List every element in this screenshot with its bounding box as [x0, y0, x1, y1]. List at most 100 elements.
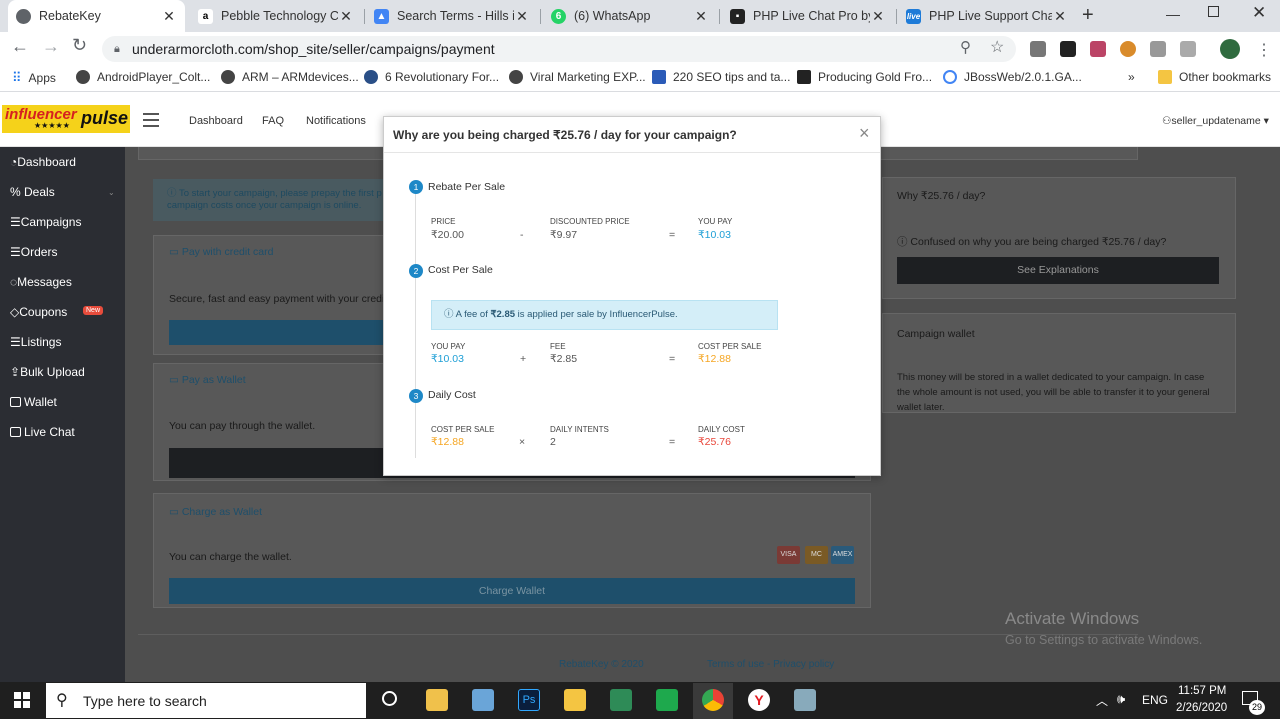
photoshop-icon[interactable]: Ps [518, 689, 540, 711]
app-icon[interactable] [472, 689, 494, 711]
maximize-icon[interactable] [1208, 6, 1219, 17]
bookmark-item[interactable]: 220 SEO tips and ta... [652, 70, 790, 84]
camera-extension-icon[interactable] [1150, 41, 1166, 57]
tab-search-terms[interactable]: ▲ Search Terms - Hills inte ✕ [366, 0, 538, 32]
new-tab-button[interactable]: + [1082, 4, 1094, 27]
extension-icon[interactable] [1060, 41, 1076, 57]
wallet-icon [10, 397, 21, 407]
bookmark-item[interactable]: Viral Marketing EXP... [509, 70, 646, 84]
nav-faq[interactable]: FAQ [262, 115, 284, 127]
other-bookmarks[interactable]: Other bookmarks [1158, 70, 1271, 84]
influencerpulse-logo[interactable]: influencer pulse ★★★★★ [2, 105, 130, 133]
sidebar-item-label: Live Chat [24, 425, 75, 439]
back-icon[interactable]: ← [11, 36, 29, 57]
footer-brand[interactable]: RebateKey © 2020 [559, 659, 644, 670]
camtasia-icon[interactable] [656, 689, 678, 711]
close-tab-icon[interactable]: ✕ [693, 8, 709, 25]
equals-operator: = [669, 436, 676, 448]
footer-links[interactable]: Terms of use - Privacy policy [707, 659, 834, 670]
close-tab-icon[interactable]: ✕ [338, 8, 354, 25]
close-tab-icon[interactable]: ✕ [161, 8, 177, 25]
sidebar-item-messages[interactable]: ◌ Messages [10, 275, 72, 289]
tab-php-live-chat-pro[interactable]: ▪ PHP Live Chat Pro by m ✕ [722, 0, 894, 32]
notification-count-badge: 29 [1249, 700, 1265, 715]
close-tab-icon[interactable]: ✕ [1052, 8, 1068, 25]
sidebar-item-deals[interactable]: % Deals ⌄ [10, 185, 115, 199]
bookmark-item[interactable]: Producing Gold Fro... [797, 70, 932, 84]
cost-per-sale-value: ₹12.88 [431, 436, 464, 448]
clock-date[interactable]: 2/26/2020 [1176, 702, 1227, 714]
nav-notifications[interactable]: Notifications [306, 115, 366, 127]
charge-wallet-button[interactable]: Charge Wallet [169, 578, 855, 604]
bookmark-item[interactable]: JBossWeb/2.0.1.GA... [943, 70, 1082, 84]
sidebar-item-label: Deals [24, 185, 55, 199]
credit-card-title: ▭ Pay with credit card [169, 246, 273, 258]
bookmark-apps[interactable]: ⠿ Apps [12, 70, 56, 86]
yandex-icon[interactable]: Y [748, 689, 770, 711]
profile-avatar[interactable] [1220, 39, 1240, 59]
nav-dashboard[interactable]: Dashboard [189, 115, 243, 127]
wallet-desc: You can pay through the wallet. [169, 420, 316, 432]
bookmark-item[interactable]: AndroidPlayer_Colt... [76, 70, 210, 84]
app-icon[interactable] [794, 689, 816, 711]
hamburger-menu-icon[interactable] [143, 113, 159, 127]
bookmark-item[interactable]: ARM – ARMdevices... [221, 70, 359, 84]
extension-icon[interactable] [1090, 41, 1106, 57]
sidebar-item-live-chat[interactable]: Live Chat [10, 425, 75, 439]
sidebar-item-label: Orders [20, 245, 58, 259]
daily-intents-label: DAILY INTENTS [550, 425, 609, 434]
url-bar[interactable]: 🔒︎ underarmorcloth.com/shop_site/seller/… [102, 36, 1016, 62]
amazon-favicon-icon: a [198, 8, 213, 24]
task-view-icon[interactable] [382, 691, 397, 706]
why-panel-text: ⓘ Confused on why you are being charged … [897, 236, 1167, 248]
chrome-taskbar-active[interactable] [693, 683, 733, 719]
minimize-icon[interactable]: — [1166, 6, 1180, 22]
bookmark-star-icon[interactable]: ☆ [990, 35, 1004, 61]
volume-icon[interactable]: 🕪︎ [1117, 691, 1125, 707]
sidebar-item-listings[interactable]: ☰ Listings [10, 335, 61, 349]
file-explorer-icon[interactable] [564, 689, 586, 711]
campaign-wallet-text-2: the whole amount is not used, you will b… [897, 387, 1210, 398]
bookmark-item[interactable]: 6 Revolutionary For... [364, 70, 499, 84]
pay-credit-button[interactable] [169, 320, 383, 345]
tab-whatsapp[interactable]: 6 (6) WhatsApp ✕ [543, 0, 717, 32]
sidebar-item-dashboard[interactable]: ◔ Dashboard [10, 155, 76, 169]
close-window-icon[interactable]: ✕ [1252, 3, 1266, 23]
tab-rebatekey[interactable]: RebateKey ✕ [8, 0, 185, 32]
reload-icon[interactable]: ↻ [72, 35, 87, 56]
close-tab-icon[interactable]: ✕ [870, 8, 886, 25]
see-explanations-button[interactable]: See Explanations [897, 257, 1219, 284]
bookmarks-more-button[interactable]: » [1128, 70, 1135, 84]
extension-icon[interactable] [1030, 41, 1046, 57]
taskbar-search-box[interactable]: ⚲ Type here to search [46, 683, 366, 718]
zoom-search-icon[interactable]: ⚲ [960, 35, 971, 61]
close-tab-icon[interactable]: ✕ [514, 8, 530, 25]
sidebar-item-wallet[interactable]: Wallet [10, 395, 57, 409]
bookmark-label: 220 SEO tips and ta... [673, 70, 791, 84]
app-icon[interactable] [610, 689, 632, 711]
cost-per-sale-label: COST PER SALE [431, 425, 495, 434]
tray-chevron-icon[interactable]: ︿ [1096, 692, 1108, 709]
windows-start-icon[interactable] [14, 692, 30, 708]
site-icon [364, 70, 378, 84]
wallet-title: ▭ Pay as Wallet [169, 374, 246, 386]
forward-icon[interactable]: → [42, 36, 60, 57]
cookie-extension-icon[interactable] [1120, 41, 1136, 57]
tab-php-live-support[interactable]: live PHP Live Support Chat ✕ [898, 0, 1076, 32]
user-menu[interactable]: ⚇seller_updatename ▾ [1162, 115, 1269, 127]
modal-close-icon[interactable]: × [859, 123, 870, 144]
tab-pebble[interactable]: a Pebble Technology Cor ✕ [190, 0, 362, 32]
language-indicator[interactable]: ENG [1142, 693, 1168, 707]
sidebar-item-bulk-upload[interactable]: ⇪ Bulk Upload [10, 365, 85, 379]
browser-menu-icon[interactable]: ⋮ [1256, 40, 1272, 60]
sidebar-item-orders[interactable]: ☰ Orders [10, 245, 57, 259]
sidebar-item-campaigns[interactable]: ☰ Campaigns [10, 215, 81, 229]
fee-info-amount: ₹2.85 [490, 309, 516, 320]
price-label: PRICE [431, 217, 456, 226]
sidebar: ◔ Dashboard % Deals ⌄ ☰ Campaigns ☰ Orders ◌… [0, 147, 125, 682]
clock-time[interactable]: 11:57 PM [1178, 685, 1226, 697]
bookmark-label: Apps [28, 71, 56, 85]
extension-icon[interactable] [1180, 41, 1196, 57]
sidebar-item-coupons[interactable]: ◇ Coupons New [10, 305, 104, 319]
store-icon[interactable] [426, 689, 448, 711]
